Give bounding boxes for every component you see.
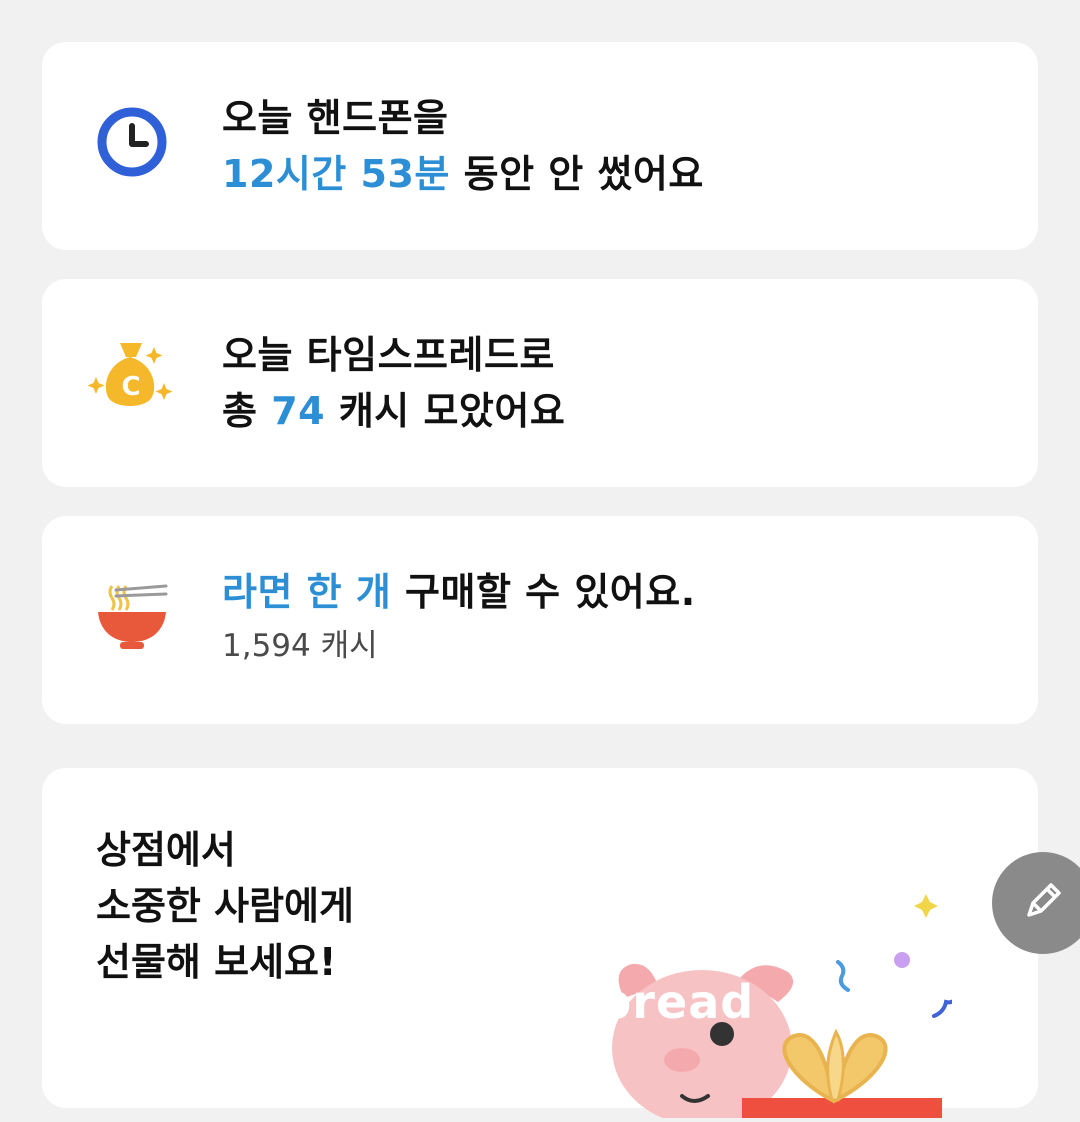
- ramen-card[interactable]: 라면 한 개 구매할 수 있어요. 1,594 캐시: [42, 516, 1038, 724]
- ramen-line1-rest: 구매할 수 있어요.: [391, 570, 696, 614]
- money-bag-icon: C: [87, 341, 174, 421]
- ramen-price: 1,594 캐시: [222, 628, 378, 664]
- shop-promo-line: 소중한 사람에게: [96, 884, 354, 928]
- cash-total-line1: 오늘 타임스프레드로: [222, 333, 555, 377]
- screen-time-card[interactable]: 오늘 핸드폰을 12시간 53분 동안 안 썼어요: [42, 42, 1038, 250]
- screen-time-line2-rest: 동안 안 썼어요: [449, 152, 704, 196]
- pig-with-gift-illustration: [532, 828, 962, 1122]
- ramen-item: 라면 한 개: [222, 570, 392, 614]
- screen-time-line2: 12시간 53분 동안 안 썼어요: [222, 146, 998, 202]
- cash-total-line2-rest: 캐시 모았어요: [325, 389, 566, 433]
- pencil-icon: [1019, 877, 1067, 929]
- ramen-bowl-icon: [94, 578, 174, 658]
- watermark-text: spread: [570, 975, 755, 1029]
- shop-promo-line: 선물해 보세요!: [96, 940, 337, 984]
- shop-promo-card[interactable]: 상점에서 소중한 사람에게 선물해 보세요!: [42, 768, 1038, 1122]
- cash-total-line2: 총 74 캐시 모았어요: [222, 383, 998, 439]
- ramen-line1: 라면 한 개 구매할 수 있어요.: [222, 564, 998, 620]
- clock-icon: [94, 104, 174, 184]
- screen-time-duration: 12시간 53분: [222, 152, 450, 196]
- shop-promo-line: 상점에서: [96, 828, 236, 872]
- svg-text:C: C: [121, 372, 140, 402]
- cash-total-card[interactable]: C 오늘 타임스프레드로 총 74 캐시 모았어요: [42, 279, 1038, 487]
- screen-time-line1: 오늘 핸드폰을: [222, 96, 449, 140]
- shop-promo-text: 상점에서 소중한 사람에게 선물해 보세요!: [96, 822, 354, 990]
- cash-total-prefix: 총: [222, 389, 272, 433]
- cash-total-amount: 74: [271, 389, 326, 433]
